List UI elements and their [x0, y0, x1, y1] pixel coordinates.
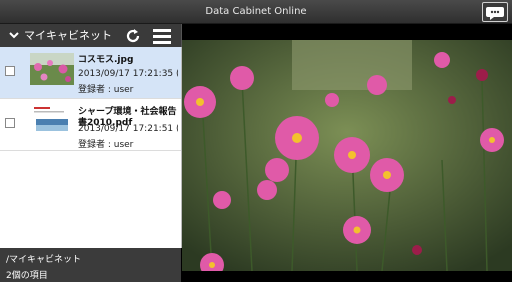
- title-bar: Data Cabinet Online: [0, 0, 512, 24]
- file-list: コスモス.jpg 2013/09/17 17:21:35 (. 登録者 : us…: [0, 47, 182, 248]
- chevron-down-icon[interactable]: [8, 29, 20, 41]
- file-item-report[interactable]: シャープ環境・社会報告書2010.pdf 2013/09/17 17:21:51…: [0, 99, 181, 151]
- file-name: コスモス.jpg: [78, 55, 134, 65]
- pdf-thumbnail: [30, 105, 74, 137]
- folder-selector[interactable]: マイキャビネット: [24, 24, 114, 47]
- chat-icon: [486, 7, 504, 20]
- item-count: 2個の項目: [6, 271, 48, 281]
- preview-image: [182, 40, 512, 271]
- file-owner: 登録者 : user: [78, 140, 134, 150]
- refresh-icon[interactable]: [123, 26, 143, 46]
- app-title: Data Cabinet Online: [205, 6, 307, 17]
- file-date: 2013/09/17 17:21:51 (.: [78, 124, 178, 134]
- file-date: 2013/09/17 17:21:35 (.: [78, 69, 178, 79]
- file-owner: 登録者 : user: [78, 85, 134, 95]
- file-item-cosmos[interactable]: コスモス.jpg 2013/09/17 17:21:35 (. 登録者 : us…: [0, 47, 181, 99]
- folder-header: マイキャビネット: [0, 24, 182, 47]
- image-viewer[interactable]: [182, 24, 512, 282]
- status-bar: /マイキャビネット 2個の項目: [0, 248, 181, 282]
- checkbox[interactable]: [5, 118, 15, 128]
- current-path: /マイキャビネット: [6, 255, 82, 265]
- image-thumbnail: [30, 53, 74, 85]
- checkbox[interactable]: [5, 66, 15, 76]
- chat-button[interactable]: [482, 2, 508, 22]
- menu-icon[interactable]: [151, 26, 173, 46]
